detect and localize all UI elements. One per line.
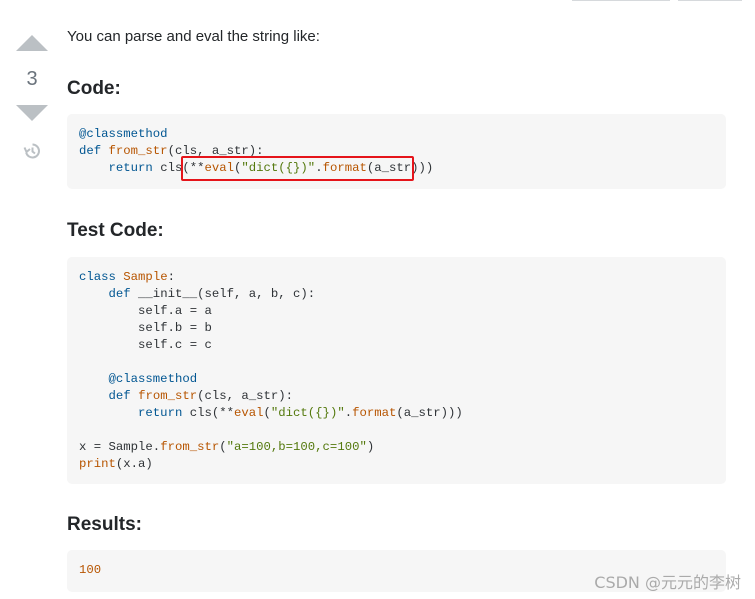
code-line: self.c = c bbox=[79, 338, 212, 352]
upvote-arrow-icon[interactable] bbox=[16, 35, 48, 51]
code-line: def __init__(self, a, b, c): bbox=[108, 287, 316, 301]
code-line: x = Sample.from_str("a=100,b=100,c=100") bbox=[79, 440, 375, 454]
code-line: def from_str(cls, a_str): bbox=[108, 389, 294, 403]
downvote-arrow-icon[interactable] bbox=[16, 105, 48, 121]
heading-test-code: Test Code: bbox=[67, 220, 164, 241]
top-divider bbox=[572, 0, 742, 2]
watermark: CSDN @元元的李树 bbox=[594, 573, 741, 592]
code-line: self.a = a bbox=[79, 304, 212, 318]
code-line: return cls(**eval("dict({})".format(a_st… bbox=[138, 406, 463, 420]
result-value: 100 bbox=[79, 563, 102, 577]
code-line: @classmethod bbox=[108, 372, 198, 386]
heading-results: Results: bbox=[67, 514, 142, 535]
code-block-test: class Sample: def __init__(self, a, b, c… bbox=[67, 257, 726, 484]
top-divider-left bbox=[572, 0, 670, 1]
code-line: print(x.a) bbox=[79, 457, 153, 471]
annotation-highlight-box bbox=[181, 156, 414, 181]
code-line: self.b = b bbox=[79, 321, 212, 335]
heading-code: Code: bbox=[67, 78, 121, 99]
vote-count: 3 bbox=[26, 68, 38, 90]
top-divider-right bbox=[678, 0, 742, 1]
code-line: @classmethod bbox=[79, 127, 168, 141]
answer-intro-text: You can parse and eval the string like: bbox=[67, 28, 320, 45]
history-icon[interactable] bbox=[22, 141, 42, 161]
code-line: class Sample: bbox=[79, 270, 175, 284]
